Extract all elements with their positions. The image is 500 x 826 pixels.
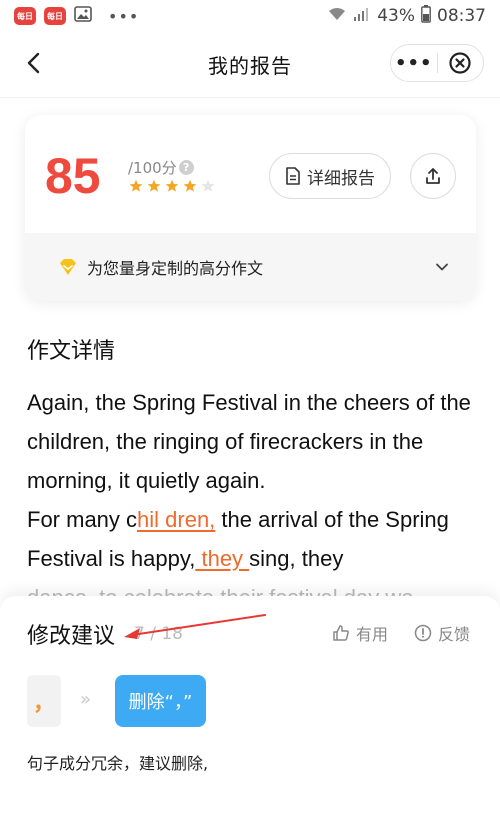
star-filled-icon <box>147 179 161 192</box>
status-bar-right: 43% 08:37 <box>327 4 486 28</box>
help-icon[interactable]: ? <box>178 160 194 175</box>
battery-percent: 43% <box>377 6 415 26</box>
star-rating <box>129 179 215 193</box>
gallery-icon <box>74 5 92 27</box>
nav-bar: 我的报告 ••• <box>0 32 500 96</box>
mini-program-capsule: ••• <box>390 44 484 82</box>
feedback-label: 反馈 <box>438 625 471 644</box>
suggestion-explanation: 句子成分冗余，建议删除, <box>27 754 209 773</box>
detail-report-button[interactable]: 详细报告 <box>269 153 391 199</box>
share-icon <box>426 168 440 184</box>
thumbs-up-icon <box>333 625 349 641</box>
essay-text-segment: For many c <box>27 507 138 532</box>
suggestion-title: 修改建议 <box>27 624 116 649</box>
document-icon <box>286 167 300 185</box>
close-circle-icon <box>449 52 471 74</box>
score-value: 85 <box>45 148 101 204</box>
apply-suggestion-button[interactable]: 删除“，” <box>115 675 206 727</box>
essay-text: Again, the Spring Festival in the cheers… <box>27 383 477 617</box>
diamond-badge-icon <box>60 259 76 275</box>
wifi-icon <box>327 6 347 27</box>
useful-button[interactable]: 有用 <box>332 621 388 645</box>
original-token: ， <box>27 675 61 727</box>
chevron-down-icon <box>436 263 448 271</box>
essay-paragraph-1: Again, the Spring Festival in the cheers… <box>27 390 471 493</box>
chevron-left-icon <box>27 52 40 74</box>
essay-section-title: 作文详情 <box>27 339 116 364</box>
detail-report-label: 详细报告 <box>307 168 375 189</box>
error-highlight[interactable]: hey <box>208 546 250 571</box>
essay-paragraph-2: For many chil dren, the arrival of the S… <box>27 500 477 578</box>
annotation-arrow-icon <box>124 614 266 639</box>
status-bar-left: 每日 每日 ••• <box>14 5 140 27</box>
double-chevron-right-icon: » <box>80 689 91 710</box>
feedback-button[interactable]: 反馈 <box>414 621 470 645</box>
page-title: 我的报告 <box>208 53 292 78</box>
clock: 08:37 <box>437 6 486 26</box>
nav-divider <box>0 97 500 98</box>
error-highlight[interactable]: hil dren, <box>137 507 215 532</box>
status-bar: 每日 每日 ••• 43% 08:37 <box>0 0 500 32</box>
app-notification-icon: 每日 <box>14 7 36 25</box>
more-button[interactable]: ••• <box>391 53 437 74</box>
promo-text: 为您量身定制的高分作文 <box>87 259 264 278</box>
star-filled-icon <box>129 179 143 192</box>
app-notification-icon-2: 每日 <box>44 7 66 25</box>
star-empty-icon <box>201 179 215 192</box>
score-card: 85 /100分 ? 详细报告 为您量身定制的高分作文 <box>25 115 476 301</box>
share-button[interactable] <box>410 153 456 199</box>
alert-circle-icon <box>414 624 432 642</box>
back-button[interactable] <box>22 50 48 76</box>
battery-icon <box>421 4 431 28</box>
score-total: /100分 ? <box>128 157 194 178</box>
custom-essay-promo[interactable]: 为您量身定制的高分作文 <box>25 233 476 301</box>
more-notifications-icon: ••• <box>108 6 140 26</box>
score-total-label: /100分 <box>128 159 177 177</box>
star-filled-icon <box>183 179 197 192</box>
star-filled-icon <box>165 179 179 192</box>
error-highlight[interactable]: t <box>195 546 207 571</box>
close-button[interactable] <box>438 51 484 75</box>
useful-label: 有用 <box>356 625 389 644</box>
essay-text-segment: sing, they <box>249 546 344 571</box>
signal-icon <box>353 6 371 27</box>
